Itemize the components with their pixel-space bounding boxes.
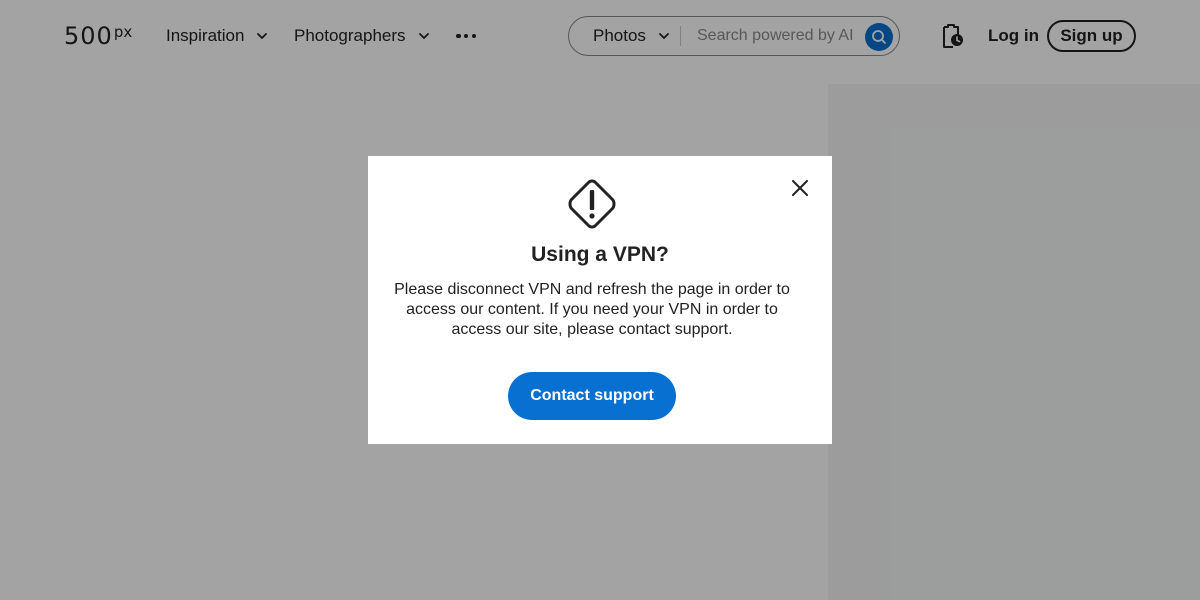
contact-support-button[interactable]: Contact support: [508, 372, 676, 420]
modal-message: Please disconnect VPN and refresh the pa…: [394, 281, 790, 338]
modal-title: Using a VPN?: [531, 243, 669, 266]
vpn-warning-modal: Using a VPN? Please disconnect VPN and r…: [368, 156, 832, 444]
warning-diamond-icon: [568, 179, 616, 229]
close-icon[interactable]: [788, 176, 812, 200]
